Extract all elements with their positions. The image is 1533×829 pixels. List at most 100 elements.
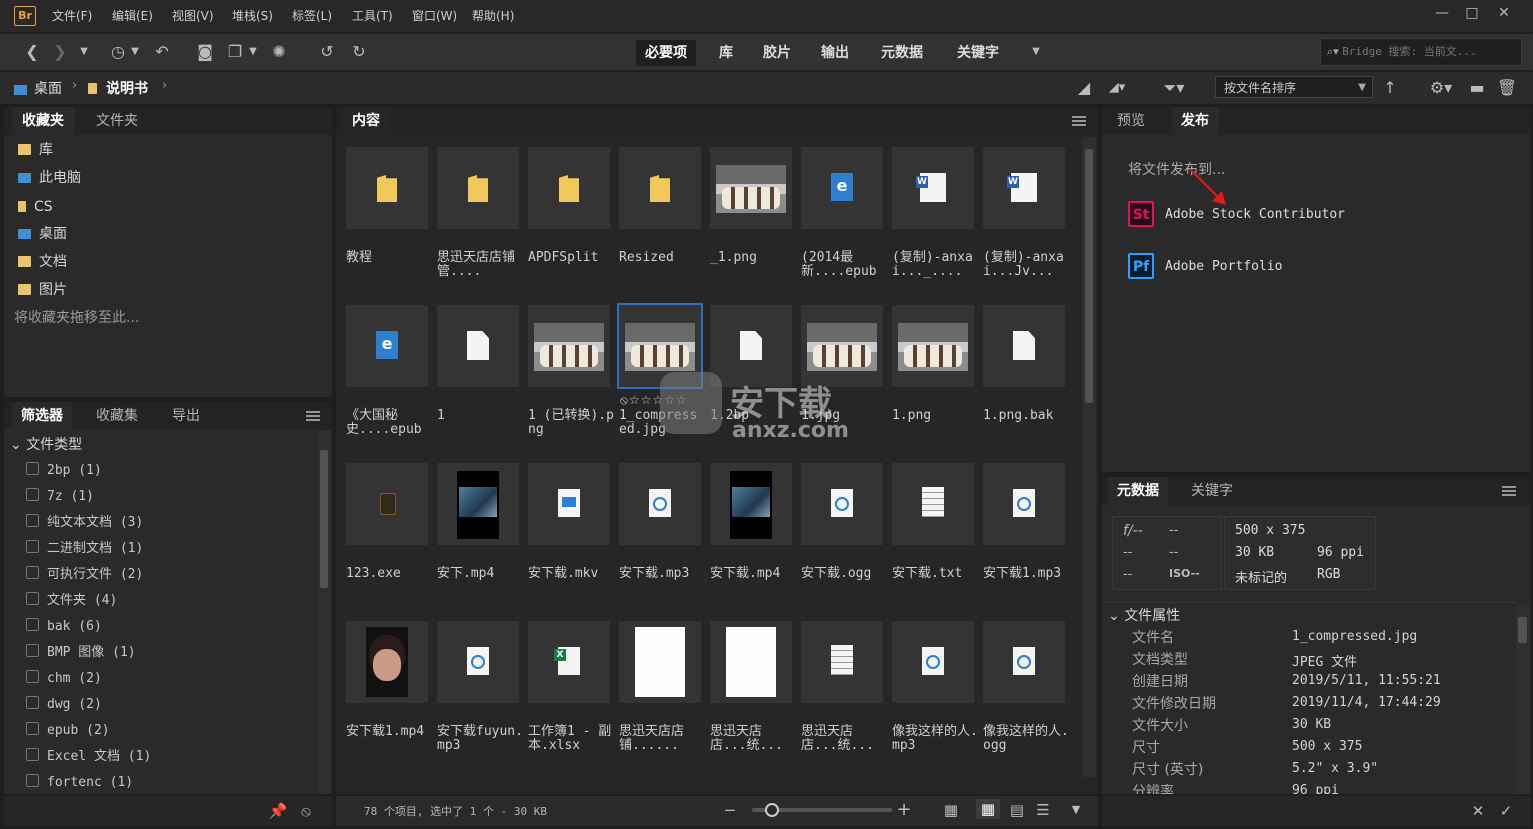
thumbnail[interactable] xyxy=(801,463,883,545)
thumbnail[interactable] xyxy=(710,147,792,229)
scrollbar-thumb[interactable] xyxy=(320,450,328,588)
chevron-down-icon[interactable]: ▼ xyxy=(246,42,260,62)
workspace-keywords[interactable]: 关键字 xyxy=(948,40,1008,66)
forward-icon[interactable]: ❯ xyxy=(50,42,70,62)
rotate-right-icon[interactable]: ↻ xyxy=(348,42,370,62)
checkbox[interactable] xyxy=(26,696,39,709)
thumbnail[interactable]: e xyxy=(801,147,883,229)
metadata-scrollbar[interactable] xyxy=(1516,605,1529,794)
favorite-item[interactable]: 库 xyxy=(18,138,53,162)
tab-metadata[interactable]: 元数据 xyxy=(1108,477,1168,505)
checkbox[interactable] xyxy=(26,592,39,605)
breadcrumb-current[interactable]: 说明书 xyxy=(106,78,148,98)
search-input[interactable]: ⌕▾ Bridge 搜索: 当前文... xyxy=(1320,38,1522,66)
cc-icon[interactable]: ✺ xyxy=(268,42,290,62)
checkbox[interactable] xyxy=(26,774,39,787)
checkbox[interactable] xyxy=(26,670,39,683)
thumbnail[interactable] xyxy=(710,463,792,545)
panel-menu-icon[interactable] xyxy=(1502,486,1516,496)
thumbnail[interactable] xyxy=(983,463,1065,545)
thumbnail[interactable] xyxy=(619,463,701,545)
checkbox[interactable] xyxy=(26,514,39,527)
zoom-out-icon[interactable]: − xyxy=(722,800,738,820)
refine-icon[interactable]: ❐ xyxy=(224,42,246,62)
quality-icon[interactable]: ◢ xyxy=(1074,78,1094,98)
tab-folders[interactable]: 文件夹 xyxy=(88,107,146,135)
tab-filter[interactable]: 筛选器 xyxy=(12,402,72,430)
filter-item[interactable]: 文件夹 (4) xyxy=(26,588,117,614)
minimize-button[interactable]: — xyxy=(1428,2,1456,24)
checkbox[interactable] xyxy=(26,722,39,735)
recent-icon[interactable]: ◷ xyxy=(106,42,130,62)
chevron-down-icon[interactable]: ▼ xyxy=(76,42,92,62)
favorite-item[interactable]: 桌面 xyxy=(18,222,67,246)
thumbnail[interactable] xyxy=(346,463,428,545)
tab-export[interactable]: 导出 xyxy=(164,402,208,430)
checkbox[interactable] xyxy=(26,462,39,475)
thumbnail[interactable] xyxy=(437,463,519,545)
thumbnail[interactable]: e xyxy=(346,305,428,387)
rotate-left-icon[interactable]: ↺ xyxy=(316,42,338,62)
chevron-down-icon[interactable]: ▼ xyxy=(1066,800,1086,820)
trash-icon[interactable]: 🗑 xyxy=(1496,78,1518,98)
favorite-item[interactable]: CS xyxy=(18,195,53,219)
menu-edit[interactable]: 编辑(E) xyxy=(112,0,153,32)
menu-view[interactable]: 视图(V) xyxy=(172,0,214,32)
workspace-filmstrip[interactable]: 胶片 xyxy=(754,40,800,66)
filter-item[interactable]: epub (2) xyxy=(26,718,110,744)
thumbnail[interactable] xyxy=(710,621,792,703)
sort-ascending-icon[interactable]: ↑ xyxy=(1380,78,1400,98)
filter-item[interactable]: 可执行文件 (2) xyxy=(26,562,143,588)
checkbox[interactable] xyxy=(26,748,39,761)
thumbnail[interactable]: W xyxy=(892,147,974,229)
menu-file[interactable]: 文件(F) xyxy=(52,0,92,32)
thumbnail[interactable] xyxy=(528,463,610,545)
filter-item[interactable]: BMP 图像 (1) xyxy=(26,640,136,666)
thumbnail[interactable]: X xyxy=(528,621,610,703)
filter-section-header[interactable]: ⌄ 文件类型 xyxy=(10,434,82,454)
chevron-down-icon[interactable]: ▼ xyxy=(1026,42,1046,62)
checkbox[interactable] xyxy=(26,540,39,553)
view-thumbnails-icon[interactable]: ▦ xyxy=(976,799,1000,819)
chevron-down-icon[interactable]: ▼ xyxy=(128,42,142,62)
apply-icon[interactable]: ✓ xyxy=(1496,801,1516,821)
workspace-essentials[interactable]: 必要项 xyxy=(636,40,696,66)
thumbnail[interactable] xyxy=(619,621,701,703)
menu-window[interactable]: 窗口(W) xyxy=(412,0,457,32)
filter-scrollbar[interactable] xyxy=(318,430,330,794)
thumbnail[interactable] xyxy=(619,147,701,229)
filter-item[interactable]: dwg (2) xyxy=(26,692,102,718)
thumbnail[interactable]: W xyxy=(983,147,1065,229)
workspace-library[interactable]: 库 xyxy=(710,40,742,66)
filter-item[interactable]: Excel 文档 (1) xyxy=(26,744,151,770)
tab-publish[interactable]: 发布 xyxy=(1172,107,1218,135)
thumbnail[interactable] xyxy=(892,463,974,545)
publish-target-stock[interactable]: St Adobe Stock Contributor xyxy=(1126,201,1426,231)
favorite-item[interactable]: 图片 xyxy=(18,278,67,302)
checkbox[interactable] xyxy=(26,488,39,501)
zoom-in-icon[interactable]: + xyxy=(896,800,912,820)
checkbox[interactable] xyxy=(26,644,39,657)
thumbnail[interactable] xyxy=(892,621,974,703)
view-details-icon[interactable]: ▤ xyxy=(1006,800,1028,820)
open-recent-icon[interactable]: ⚙▾ xyxy=(1424,78,1458,98)
cancel-icon[interactable]: ✕ xyxy=(1468,801,1488,821)
filter-item[interactable]: 7z (1) xyxy=(26,484,94,510)
checkbox[interactable] xyxy=(26,566,39,579)
camera-icon[interactable]: ◙ xyxy=(194,42,216,62)
thumbnail[interactable] xyxy=(437,147,519,229)
grid-lock-icon[interactable]: ▦ xyxy=(940,800,962,820)
tab-content[interactable]: 内容 xyxy=(342,107,390,135)
filter-icon[interactable]: ⏷▾ xyxy=(1156,78,1192,98)
thumbnail[interactable] xyxy=(346,147,428,229)
sort-dropdown[interactable]: 按文件名排序 ▼ xyxy=(1215,76,1373,98)
workspace-metadata[interactable]: 元数据 xyxy=(872,40,932,66)
maximize-button[interactable]: □ xyxy=(1458,2,1486,24)
filter-item[interactable]: 二进制文档 (1) xyxy=(26,536,143,562)
return-icon[interactable]: ↶ xyxy=(152,42,172,62)
thumbnail[interactable] xyxy=(528,147,610,229)
favorite-item[interactable]: 此电脑 xyxy=(18,166,81,190)
filter-item[interactable]: 纯文本文档 (3) xyxy=(26,510,143,536)
filter-item[interactable]: fortenc (1) xyxy=(26,770,133,796)
thumbnail[interactable] xyxy=(983,305,1065,387)
